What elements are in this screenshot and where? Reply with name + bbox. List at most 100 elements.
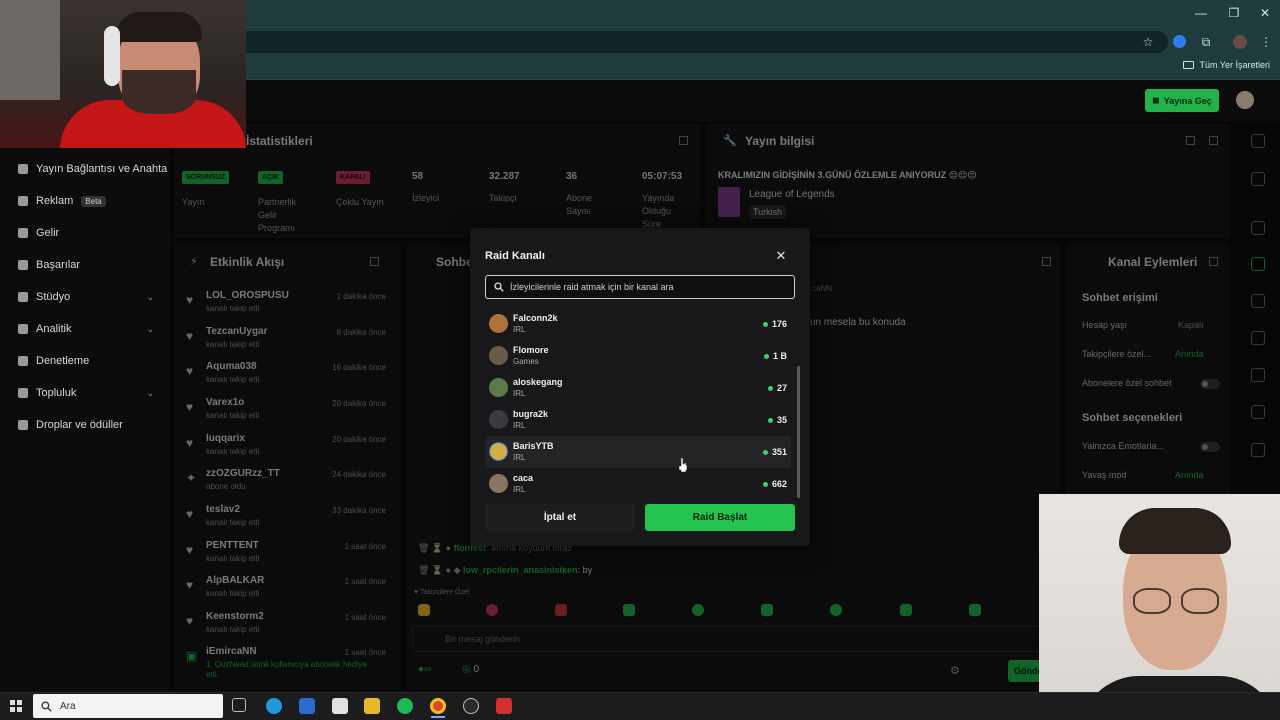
channel-name: Flomore <box>513 345 549 355</box>
search-icon <box>494 282 504 292</box>
channel-row[interactable]: aloskegang IRL 27 <box>485 372 791 404</box>
webcam-overlay-top <box>0 0 246 148</box>
sidebar-item-achievements[interactable]: Başarılar <box>18 259 168 271</box>
go-live-button[interactable]: ◼ Yayına Geç <box>1145 89 1219 112</box>
cancel-button[interactable]: İptal et <box>485 504 635 531</box>
sidebar-item-label: Analitik <box>36 323 72 335</box>
restore-icon[interactable]: ❐ <box>1219 6 1249 20</box>
sidebar-item-label: Topluluk <box>36 387 77 399</box>
app-icon[interactable] <box>496 698 512 714</box>
edge-icon[interactable] <box>266 698 282 714</box>
explorer-icon[interactable] <box>364 698 380 714</box>
screen: — ❐ ✕ ☆ ⧉ ⋮ Tüm Yer İşaretleri ◼ Yayına … <box>0 0 1280 720</box>
minimize-icon[interactable]: — <box>1186 6 1216 20</box>
obs-icon[interactable] <box>463 698 479 714</box>
all-bookmarks-folder[interactable]: Tüm Yer İşaretleri <box>1183 60 1270 70</box>
channel-avatar <box>489 410 508 429</box>
webcam-hair <box>116 12 202 42</box>
live-dot-icon <box>763 353 769 359</box>
go-live-label: Yayına Geç <box>1163 95 1212 106</box>
sidebar-item-drops[interactable]: Droplar ve ödüller <box>18 419 168 431</box>
sidebar-item-label: Reklam <box>36 195 74 207</box>
revenue-icon <box>18 228 28 238</box>
channel-viewers: 1 B <box>763 351 787 361</box>
broadcast-icon: ◼ <box>1152 95 1160 105</box>
all-bookmarks-label: Tüm Yer İşaretleri <box>1199 60 1270 70</box>
viewer-count: 27 <box>776 383 787 393</box>
start-raid-button[interactable]: Raid Başlat <box>645 504 795 531</box>
hand-cursor-icon <box>678 458 688 472</box>
glasses-icon <box>1133 588 1171 614</box>
channel-row[interactable]: BarisYTB IRL 351 <box>485 436 791 468</box>
channel-avatar <box>489 442 508 461</box>
channel-name: Falconn2k <box>513 313 558 323</box>
viewer-count: 176 <box>771 319 787 329</box>
channel-avatar <box>489 474 508 493</box>
viewer-count: 1 B <box>772 351 787 361</box>
sidebar-item-label: Droplar ve ödüller <box>36 419 123 431</box>
bookmark-star-icon[interactable]: ☆ <box>1140 34 1156 50</box>
sidebar-item-label: Stüdyo <box>36 291 71 303</box>
search-icon <box>41 700 52 712</box>
channel-name: BarisYTB <box>513 441 554 451</box>
raid-search-input[interactable] <box>510 282 790 292</box>
menu-dots-icon[interactable]: ⋮ <box>1258 34 1274 50</box>
gift-icon <box>18 420 28 430</box>
outlook-icon[interactable] <box>299 698 315 714</box>
channel-avatar <box>489 346 508 365</box>
task-view-icon[interactable] <box>232 698 246 712</box>
ad-icon <box>18 196 28 206</box>
profile-avatar[interactable] <box>1233 35 1247 49</box>
windows-start-icon[interactable] <box>10 700 22 712</box>
headset-icon <box>104 26 120 86</box>
viewer-count: 35 <box>776 415 787 425</box>
channel-category: IRL <box>513 389 526 398</box>
taskbar-search[interactable]: Ara <box>33 694 223 718</box>
wrench-icon <box>18 356 28 366</box>
sidebar-item-revenue[interactable]: Gelir <box>18 227 168 239</box>
live-dot-icon <box>767 385 773 391</box>
sidebar-item-label: Yayın Bağlantısı ve Anahtarı <box>36 163 168 175</box>
channel-avatar <box>489 314 508 333</box>
spotify-icon[interactable] <box>397 698 413 714</box>
channel-category: IRL <box>513 485 526 494</box>
list-scrollbar[interactable] <box>797 366 800 498</box>
modal-title: Raid Kanalı <box>485 250 545 262</box>
live-dot-icon <box>762 321 768 327</box>
live-dot-icon <box>767 417 773 423</box>
channel-category: IRL <box>513 325 526 334</box>
channel-row[interactable]: bugra2k IRL 35 <box>485 404 791 436</box>
store-icon[interactable] <box>332 698 348 714</box>
raid-modal: Raid Kanalı ✕ Falconn2k IRL 176 Flomore … <box>470 228 810 546</box>
channel-name: caca <box>513 473 534 483</box>
webcam-overlay-bottom <box>1039 494 1280 720</box>
sidebar-item-community[interactable]: Topluluk ⌄ <box>18 387 168 399</box>
channel-viewers: 176 <box>762 319 787 329</box>
webcam-beard <box>122 70 196 114</box>
extension-icon[interactable] <box>1173 35 1186 48</box>
channel-row[interactable]: Falconn2k IRL 176 <box>485 308 791 340</box>
close-icon[interactable]: ✕ <box>773 248 789 264</box>
analytics-icon <box>18 324 28 334</box>
channel-row[interactable]: caca IRL 662 <box>485 468 791 500</box>
chevron-down-icon: ⌄ <box>146 291 154 302</box>
user-avatar[interactable] <box>1236 91 1254 109</box>
link-icon <box>18 164 28 174</box>
channel-viewers: 351 <box>762 447 787 457</box>
close-window-icon[interactable]: ✕ <box>1250 6 1280 20</box>
sidebar-item-studio[interactable]: Stüdyo ⌄ <box>18 291 168 303</box>
sidebar-item-ads[interactable]: Reklam Beta <box>18 195 168 207</box>
sidebar-item-stream-key[interactable]: Yayın Bağlantısı ve Anahtarı <box>18 163 168 175</box>
puzzle-icon[interactable]: ⧉ <box>1198 34 1214 50</box>
sidebar-item-moderation[interactable]: Denetleme <box>18 355 168 367</box>
channel-row[interactable]: Flomore Games 1 B <box>485 340 791 372</box>
address-bar[interactable] <box>236 31 1168 53</box>
channel-avatar <box>489 378 508 397</box>
sidebar-item-analytics[interactable]: Analitik ⌄ <box>18 323 168 335</box>
channel-viewers: 662 <box>762 479 787 489</box>
channel-name: bugra2k <box>513 409 549 419</box>
channel-name: aloskegang <box>513 377 563 387</box>
raid-search[interactable] <box>485 275 795 299</box>
beta-badge: Beta <box>81 195 106 207</box>
chrome-icon[interactable] <box>430 698 446 714</box>
